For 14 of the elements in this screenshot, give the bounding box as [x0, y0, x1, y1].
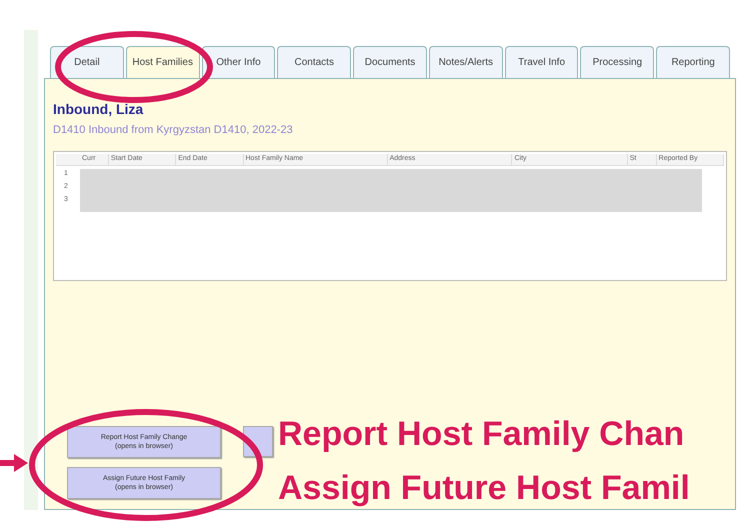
arrow-icon — [0, 453, 28, 473]
tab[interactable]: Documents — [353, 46, 427, 78]
tab[interactable]: Travel Info — [504, 46, 578, 78]
tab[interactable]: Detail — [50, 46, 124, 78]
tab[interactable]: Processing — [580, 46, 654, 78]
tab[interactable]: Contacts — [277, 46, 352, 78]
callout-text: Assign Future Host Famil — [278, 468, 690, 508]
callout-text: Report Host Family Chan — [278, 414, 686, 454]
tab[interactable]: Host Families — [126, 46, 200, 78]
tab[interactable]: Reporting — [656, 46, 730, 78]
tab[interactable]: Other Info — [202, 46, 276, 78]
student-subtitle: D1410 Inbound from Kyrgyzstan D1410, 2022-23 — [53, 123, 294, 138]
tab[interactable]: Notes/Alerts — [428, 46, 503, 78]
student-name: Inbound, Liza — [53, 100, 144, 119]
